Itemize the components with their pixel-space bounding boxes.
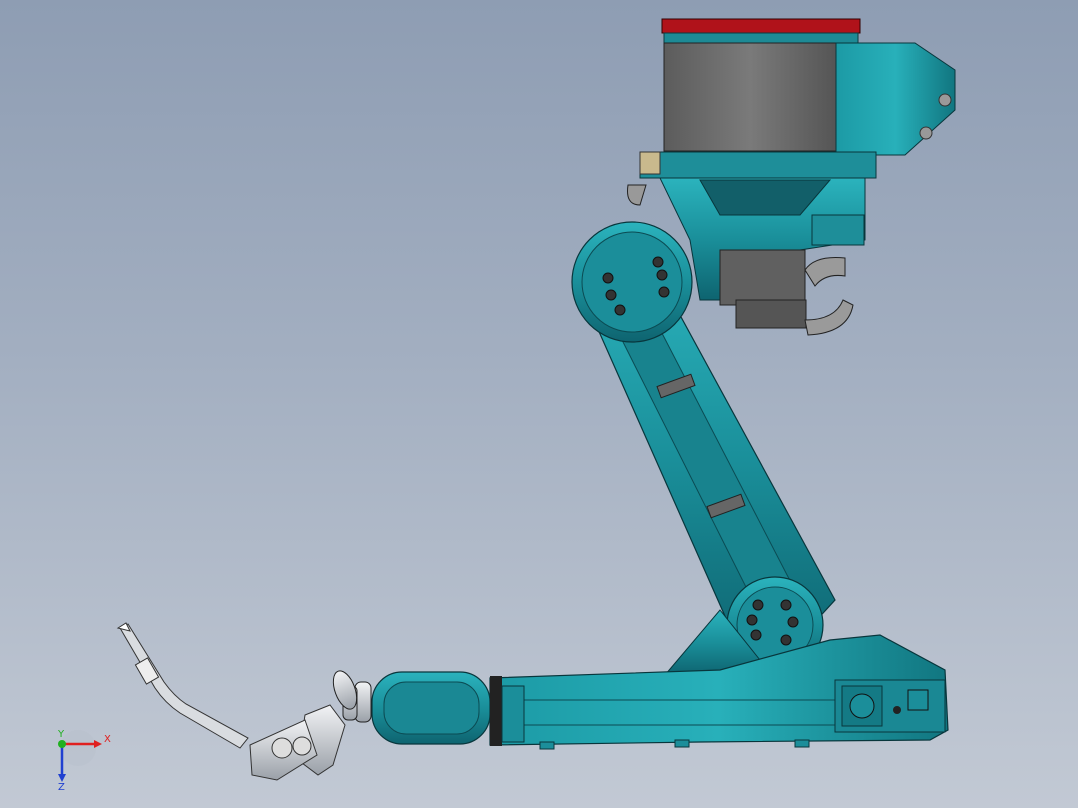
servo-block — [719, 249, 806, 306]
coordinate-triad-icon: X Y Z — [57, 729, 111, 793]
connector-port-icon — [849, 693, 875, 719]
y-axis-label: Y — [57, 729, 65, 740]
welding-torch — [116, 622, 346, 781]
motor-cap — [661, 18, 861, 34]
motor-side-housing — [835, 42, 956, 156]
connector-port-icon — [907, 689, 929, 711]
x-axis-label: X — [104, 734, 111, 745]
servo-block — [735, 299, 807, 329]
connector-port-icon — [938, 93, 952, 107]
cad-viewport[interactable]: X Y Z — [0, 0, 1078, 808]
robot-arm-model[interactable] — [116, 18, 956, 781]
motor-body — [663, 42, 837, 152]
cable-elbow — [804, 257, 846, 287]
z-axis-label: Z — [58, 782, 65, 793]
connector-port-icon — [919, 126, 933, 140]
cable-elbow — [804, 299, 854, 336]
motor-collar — [639, 151, 877, 179]
motor-cap-ring — [663, 32, 859, 44]
